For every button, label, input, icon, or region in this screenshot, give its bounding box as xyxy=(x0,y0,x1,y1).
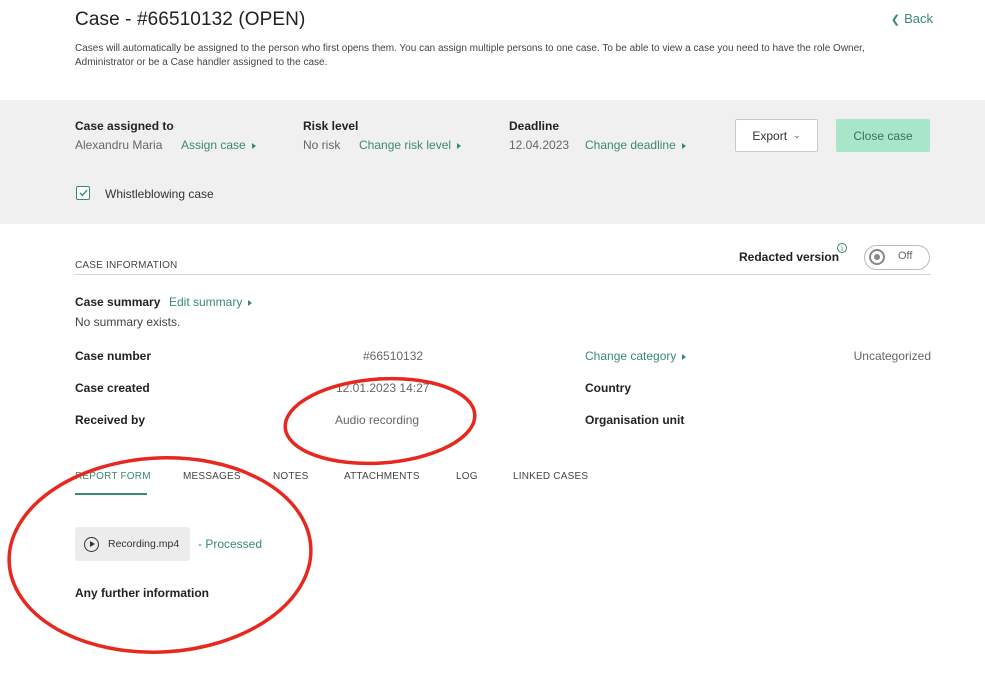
risk-label: Risk level xyxy=(303,119,359,133)
file-status: - Processed xyxy=(198,537,263,551)
tab-log[interactable]: LOG xyxy=(456,471,478,482)
change-category-link[interactable]: Change category xyxy=(585,349,687,363)
change-category-label: Change category xyxy=(585,349,677,363)
edit-summary-label: Edit summary xyxy=(169,295,243,309)
whistleblowing-checkbox[interactable] xyxy=(76,186,90,200)
case-number-label: Case number xyxy=(75,349,152,363)
active-tab-indicator xyxy=(75,493,147,495)
toggle-state-label: Off xyxy=(898,250,913,262)
export-button[interactable]: Export ⌄ xyxy=(735,119,818,152)
case-created-value: 12.01.2023 14:27 xyxy=(336,381,430,395)
close-case-button[interactable]: Close case xyxy=(836,119,930,152)
section-title-case-information: CASE INFORMATION xyxy=(75,260,178,271)
recording-file[interactable]: Recording.mp4 xyxy=(75,527,190,561)
tab-report-form[interactable]: REPORT FORM xyxy=(75,471,151,482)
assigned-value: Alexandru Maria xyxy=(75,138,163,152)
case-summary-text: No summary exists. xyxy=(75,315,181,329)
tab-linked-cases[interactable]: LINKED CASES xyxy=(513,471,588,482)
info-icon[interactable]: i xyxy=(837,243,847,253)
tab-notes[interactable]: NOTES xyxy=(273,471,308,482)
export-label: Export xyxy=(752,128,788,143)
assigned-label: Case assigned to xyxy=(75,119,174,133)
redacted-version-toggle[interactable]: Off xyxy=(864,245,930,270)
tab-messages[interactable]: MESSAGES xyxy=(183,471,241,482)
category-value: Uncategorized xyxy=(853,349,931,363)
toggle-knob xyxy=(869,249,885,265)
caret-right-icon xyxy=(251,142,256,149)
whistleblowing-label: Whistleblowing case xyxy=(105,187,214,201)
file-name: Recording.mp4 xyxy=(108,538,180,550)
chevron-left-icon: ❮ xyxy=(890,14,901,26)
risk-value: No risk xyxy=(303,138,341,152)
change-deadline-label: Change deadline xyxy=(585,138,676,152)
edit-summary-link[interactable]: Edit summary xyxy=(169,295,253,309)
page-title: Case - #66510132 (OPEN) xyxy=(75,9,306,30)
redacted-version-label: Redacted version xyxy=(739,250,840,264)
case-created-label: Case created xyxy=(75,381,150,395)
deadline-label: Deadline xyxy=(509,119,560,133)
caret-right-icon xyxy=(457,142,462,149)
change-risk-label: Change risk level xyxy=(359,138,452,152)
tab-attachments[interactable]: ATTACHMENTS xyxy=(344,471,420,482)
assign-case-label: Assign case xyxy=(181,138,246,152)
deadline-value: 12.04.2023 xyxy=(509,138,570,152)
received-by-label: Received by xyxy=(75,413,146,427)
caret-right-icon xyxy=(682,353,687,360)
change-risk-link[interactable]: Change risk level xyxy=(359,138,462,152)
change-deadline-link[interactable]: Change deadline xyxy=(585,138,686,152)
caret-right-icon xyxy=(681,142,686,149)
page-description: Cases will automatically be assigned to … xyxy=(75,43,865,68)
received-by-value: Audio recording xyxy=(335,413,420,427)
case-number-value: #66510132 xyxy=(363,349,424,363)
section-divider xyxy=(75,274,931,275)
organisation-unit-label: Organisation unit xyxy=(585,413,685,427)
back-label: Back xyxy=(904,11,933,26)
country-label: Country xyxy=(585,381,631,395)
case-summary-label: Case summary xyxy=(75,295,161,309)
chevron-down-icon: ⌄ xyxy=(793,130,801,140)
assign-case-link[interactable]: Assign case xyxy=(181,138,256,152)
checkmark-icon xyxy=(79,189,88,197)
further-information-label: Any further information xyxy=(75,586,209,600)
back-link[interactable]: ❮ Back xyxy=(891,11,933,26)
caret-right-icon xyxy=(248,299,253,306)
play-icon[interactable] xyxy=(84,536,99,552)
